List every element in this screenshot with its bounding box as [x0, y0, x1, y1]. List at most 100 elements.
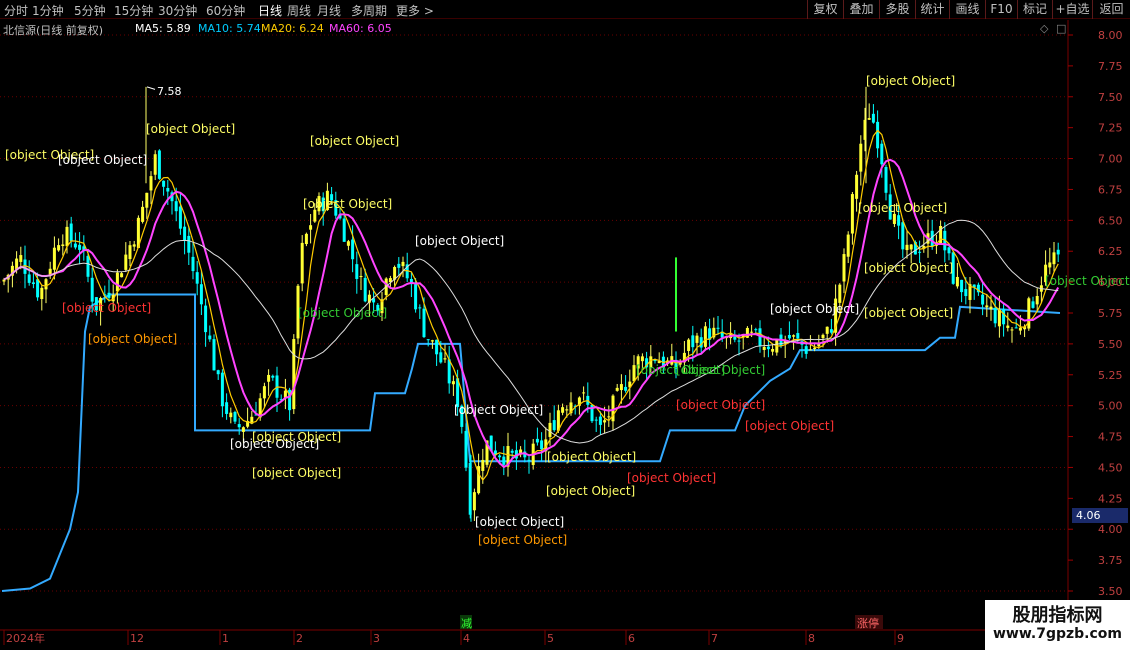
- period-tab-7[interactable]: 周线: [287, 2, 311, 19]
- period-tab-3[interactable]: 15分钟: [114, 2, 153, 19]
- candle: [363, 277, 367, 302]
- candle: [397, 263, 401, 268]
- y-tick-label: 6.50: [1098, 214, 1123, 227]
- period-tab-4[interactable]: 30分钟: [158, 2, 197, 19]
- period-tab-6[interactable]: 日线: [258, 2, 282, 19]
- toolbar-button-0[interactable]: 复权: [807, 0, 843, 19]
- period-tab-2[interactable]: 5分钟: [74, 2, 106, 19]
- y-tick-label: 7.75: [1098, 60, 1123, 73]
- candle: [481, 459, 485, 471]
- candle: [607, 416, 611, 418]
- candle: [426, 339, 430, 341]
- toolbar-button-1[interactable]: 叠加: [843, 0, 879, 19]
- period-tab-9[interactable]: 多周期: [351, 2, 387, 19]
- toolbar-button-4[interactable]: 画线: [949, 0, 985, 19]
- high-price-label: 7.58: [157, 85, 182, 98]
- candle: [304, 233, 308, 245]
- y-tick-label: 5.50: [1098, 338, 1123, 351]
- toolbar-button-3[interactable]: 统计: [915, 0, 949, 19]
- y-tick-label: 4.75: [1098, 431, 1123, 444]
- candle: [31, 282, 35, 285]
- candle: [128, 245, 132, 260]
- candle: [27, 274, 31, 283]
- y-tick-label: 5.00: [1098, 400, 1123, 413]
- candle: [766, 346, 770, 350]
- candle: [850, 194, 854, 234]
- signal-label: [object Object]: [864, 306, 953, 320]
- toolbar-button-8[interactable]: 返回: [1092, 0, 1130, 19]
- candle: [502, 456, 506, 465]
- candle: [355, 264, 359, 279]
- ma60-value: MA60: 6.05: [329, 22, 392, 35]
- candle: [540, 440, 544, 450]
- candle: [73, 243, 77, 248]
- chart-canvas[interactable]: 7.58 [object Object] [object Object] [obje…: [0, 0, 1130, 650]
- y-tick-label: 4.50: [1098, 461, 1123, 474]
- candle: [183, 226, 187, 241]
- candle: [1002, 309, 1006, 325]
- x-tick-label: 4: [463, 632, 470, 645]
- candle: [439, 352, 443, 363]
- candle: [884, 167, 888, 193]
- candle: [36, 279, 40, 298]
- candle: [687, 339, 691, 351]
- candle: [149, 176, 153, 191]
- candle: [603, 420, 607, 423]
- toolbar-button-6[interactable]: 标记: [1017, 0, 1052, 19]
- candle: [271, 375, 275, 378]
- toolbar-button-2[interactable]: 多股: [879, 0, 915, 19]
- period-tab-0[interactable]: 分时: [4, 2, 28, 19]
- period-tab-5[interactable]: 60分钟: [206, 2, 245, 19]
- candle: [792, 335, 796, 337]
- signal-label: [object Object]: [475, 515, 564, 529]
- signal-label: [object Object]: [627, 471, 716, 485]
- candle: [640, 356, 644, 362]
- candle: [464, 430, 468, 468]
- candle: [846, 234, 850, 257]
- y-tick-label: 5.75: [1098, 307, 1123, 320]
- candle: [615, 387, 619, 391]
- y-tick-label: 8.00: [1098, 29, 1123, 42]
- candle: [762, 346, 766, 350]
- signal-label: [object Object]: [252, 466, 341, 480]
- candle: [241, 427, 245, 432]
- candle: [716, 327, 720, 329]
- candle: [594, 419, 598, 421]
- candle: [955, 276, 959, 287]
- candle: [619, 384, 623, 391]
- candle: [351, 239, 355, 260]
- candle: [451, 381, 455, 385]
- candle: [187, 235, 191, 253]
- period-tab-10[interactable]: 更多 >: [396, 2, 434, 19]
- signal-label: [object Object]: [676, 398, 765, 412]
- candle: [859, 143, 863, 172]
- candle: [981, 294, 985, 305]
- square-icon[interactable]: □: [1056, 22, 1066, 35]
- x-tick-label: 6: [628, 632, 635, 645]
- candle: [443, 358, 447, 360]
- y-tick-label: 7.50: [1098, 91, 1123, 104]
- candle: [909, 244, 913, 250]
- toolbar-button-5[interactable]: F10: [985, 0, 1017, 19]
- candle: [993, 307, 997, 324]
- y-tick-label: 6.00: [1098, 276, 1123, 289]
- candle: [300, 242, 304, 284]
- candle: [57, 245, 61, 251]
- y-tick-label: 6.25: [1098, 245, 1123, 258]
- period-tab-1[interactable]: 1分钟: [32, 2, 64, 19]
- reduce-marker: 减: [461, 617, 472, 630]
- toolbar-button-7[interactable]: +自选: [1052, 0, 1092, 19]
- period-tab-8[interactable]: 月线: [317, 2, 341, 19]
- x-tick-label: 7: [711, 632, 718, 645]
- candle: [754, 329, 758, 331]
- candle: [309, 225, 313, 230]
- candle: [901, 222, 905, 250]
- candle: [262, 386, 266, 399]
- diamond-icon[interactable]: ◇: [1040, 22, 1048, 35]
- candle: [876, 121, 880, 149]
- candle: [989, 306, 993, 310]
- candle: [813, 347, 817, 349]
- candle: [19, 255, 23, 262]
- signal-label: [object Object]: [62, 301, 151, 315]
- y-tick-label: 3.75: [1098, 554, 1123, 567]
